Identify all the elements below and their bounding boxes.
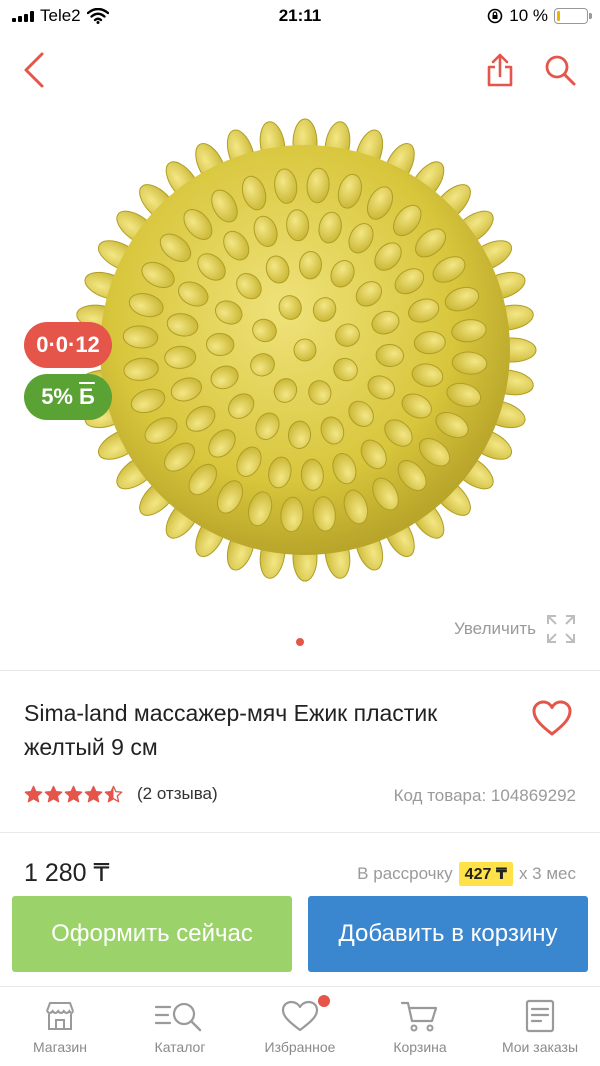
divider xyxy=(0,832,600,833)
top-nav xyxy=(0,40,600,100)
product-code: Код товара: 104869292 xyxy=(393,786,576,805)
rotation-lock-icon xyxy=(487,8,503,24)
installment-info[interactable]: В рассрочку 427 ₸ х 3 мес xyxy=(357,862,576,886)
tab-label: Избранное xyxy=(264,1039,336,1055)
tab-cart[interactable]: Корзина xyxy=(360,987,480,1066)
tab-label: Мои заказы xyxy=(501,1039,579,1055)
battery-percent: 10 % xyxy=(509,6,548,25)
tab-bar: Магазин Каталог Избранное Корзина Мои за… xyxy=(0,986,600,1066)
bonus-badge: 5% Б xyxy=(24,374,112,420)
tab-orders[interactable]: Мои заказы xyxy=(480,987,600,1066)
battery-level xyxy=(557,11,560,21)
divider xyxy=(0,670,600,671)
product-image-area[interactable]: 0·0·12 5% Б Увеличить xyxy=(0,100,600,660)
share-button[interactable] xyxy=(478,48,522,92)
chevron-left-icon xyxy=(24,52,44,88)
installment-suffix: х 3 мес xyxy=(518,864,576,883)
battery-icon xyxy=(554,8,592,24)
status-bar: Tele2 21:11 10 % xyxy=(0,0,600,32)
tab-catalog[interactable]: Каталог xyxy=(120,987,240,1066)
share-icon xyxy=(487,53,513,87)
product-title: Sima-land массажер-мяч Ежик пластик желт… xyxy=(24,700,438,760)
back-button[interactable] xyxy=(12,48,56,92)
search-icon xyxy=(545,55,576,86)
installment-amount: 427 ₸ xyxy=(458,862,513,886)
add-to-cart-label: Добавить в корзину xyxy=(338,920,558,947)
tab-label: Магазин xyxy=(32,1039,87,1055)
zoom-label: Увеличить xyxy=(454,619,536,638)
heart-icon xyxy=(281,1000,319,1032)
buy-now-label: Оформить сейчас xyxy=(51,920,253,947)
star-icon xyxy=(84,785,103,802)
favorite-button[interactable] xyxy=(528,694,576,742)
timer-badge-text: 0·0·12 xyxy=(36,332,100,357)
add-to-cart-button[interactable]: Добавить в корзину xyxy=(308,896,588,972)
tab-label: Каталог xyxy=(154,1039,206,1055)
buy-now-button[interactable]: Оформить сейчас xyxy=(12,896,292,972)
timer-badge: 0·0·12 xyxy=(24,322,112,368)
star-icon xyxy=(44,785,63,802)
product-price: 1 280 ₸ xyxy=(24,859,110,887)
star-icon xyxy=(64,785,83,802)
orders-icon xyxy=(525,999,555,1033)
tab-store[interactable]: Магазин xyxy=(0,987,120,1066)
heart-icon xyxy=(532,700,572,736)
cart-icon xyxy=(400,1001,438,1032)
rating-row: (2 отзыва) xyxy=(24,784,218,804)
notification-dot xyxy=(318,995,330,1007)
reviews-link[interactable]: (2 отзыва) xyxy=(137,784,218,804)
star-icon xyxy=(104,785,123,802)
catalog-icon xyxy=(154,1002,202,1032)
status-right: 10 % xyxy=(487,6,592,26)
bonus-symbol: Б xyxy=(78,384,95,409)
carousel-indicator[interactable] xyxy=(296,638,304,646)
rating-stars xyxy=(24,785,123,804)
bonus-badge-text: 5% xyxy=(41,384,73,409)
tab-favorites[interactable]: Избранное xyxy=(240,987,360,1066)
expand-icon xyxy=(547,615,575,643)
tab-label: Корзина xyxy=(393,1039,447,1055)
search-button[interactable] xyxy=(538,48,582,92)
star-icon xyxy=(24,785,43,802)
store-icon xyxy=(46,1002,74,1030)
installment-prefix: В рассрочку xyxy=(357,864,453,883)
zoom-button[interactable]: Увеличить xyxy=(454,614,576,644)
